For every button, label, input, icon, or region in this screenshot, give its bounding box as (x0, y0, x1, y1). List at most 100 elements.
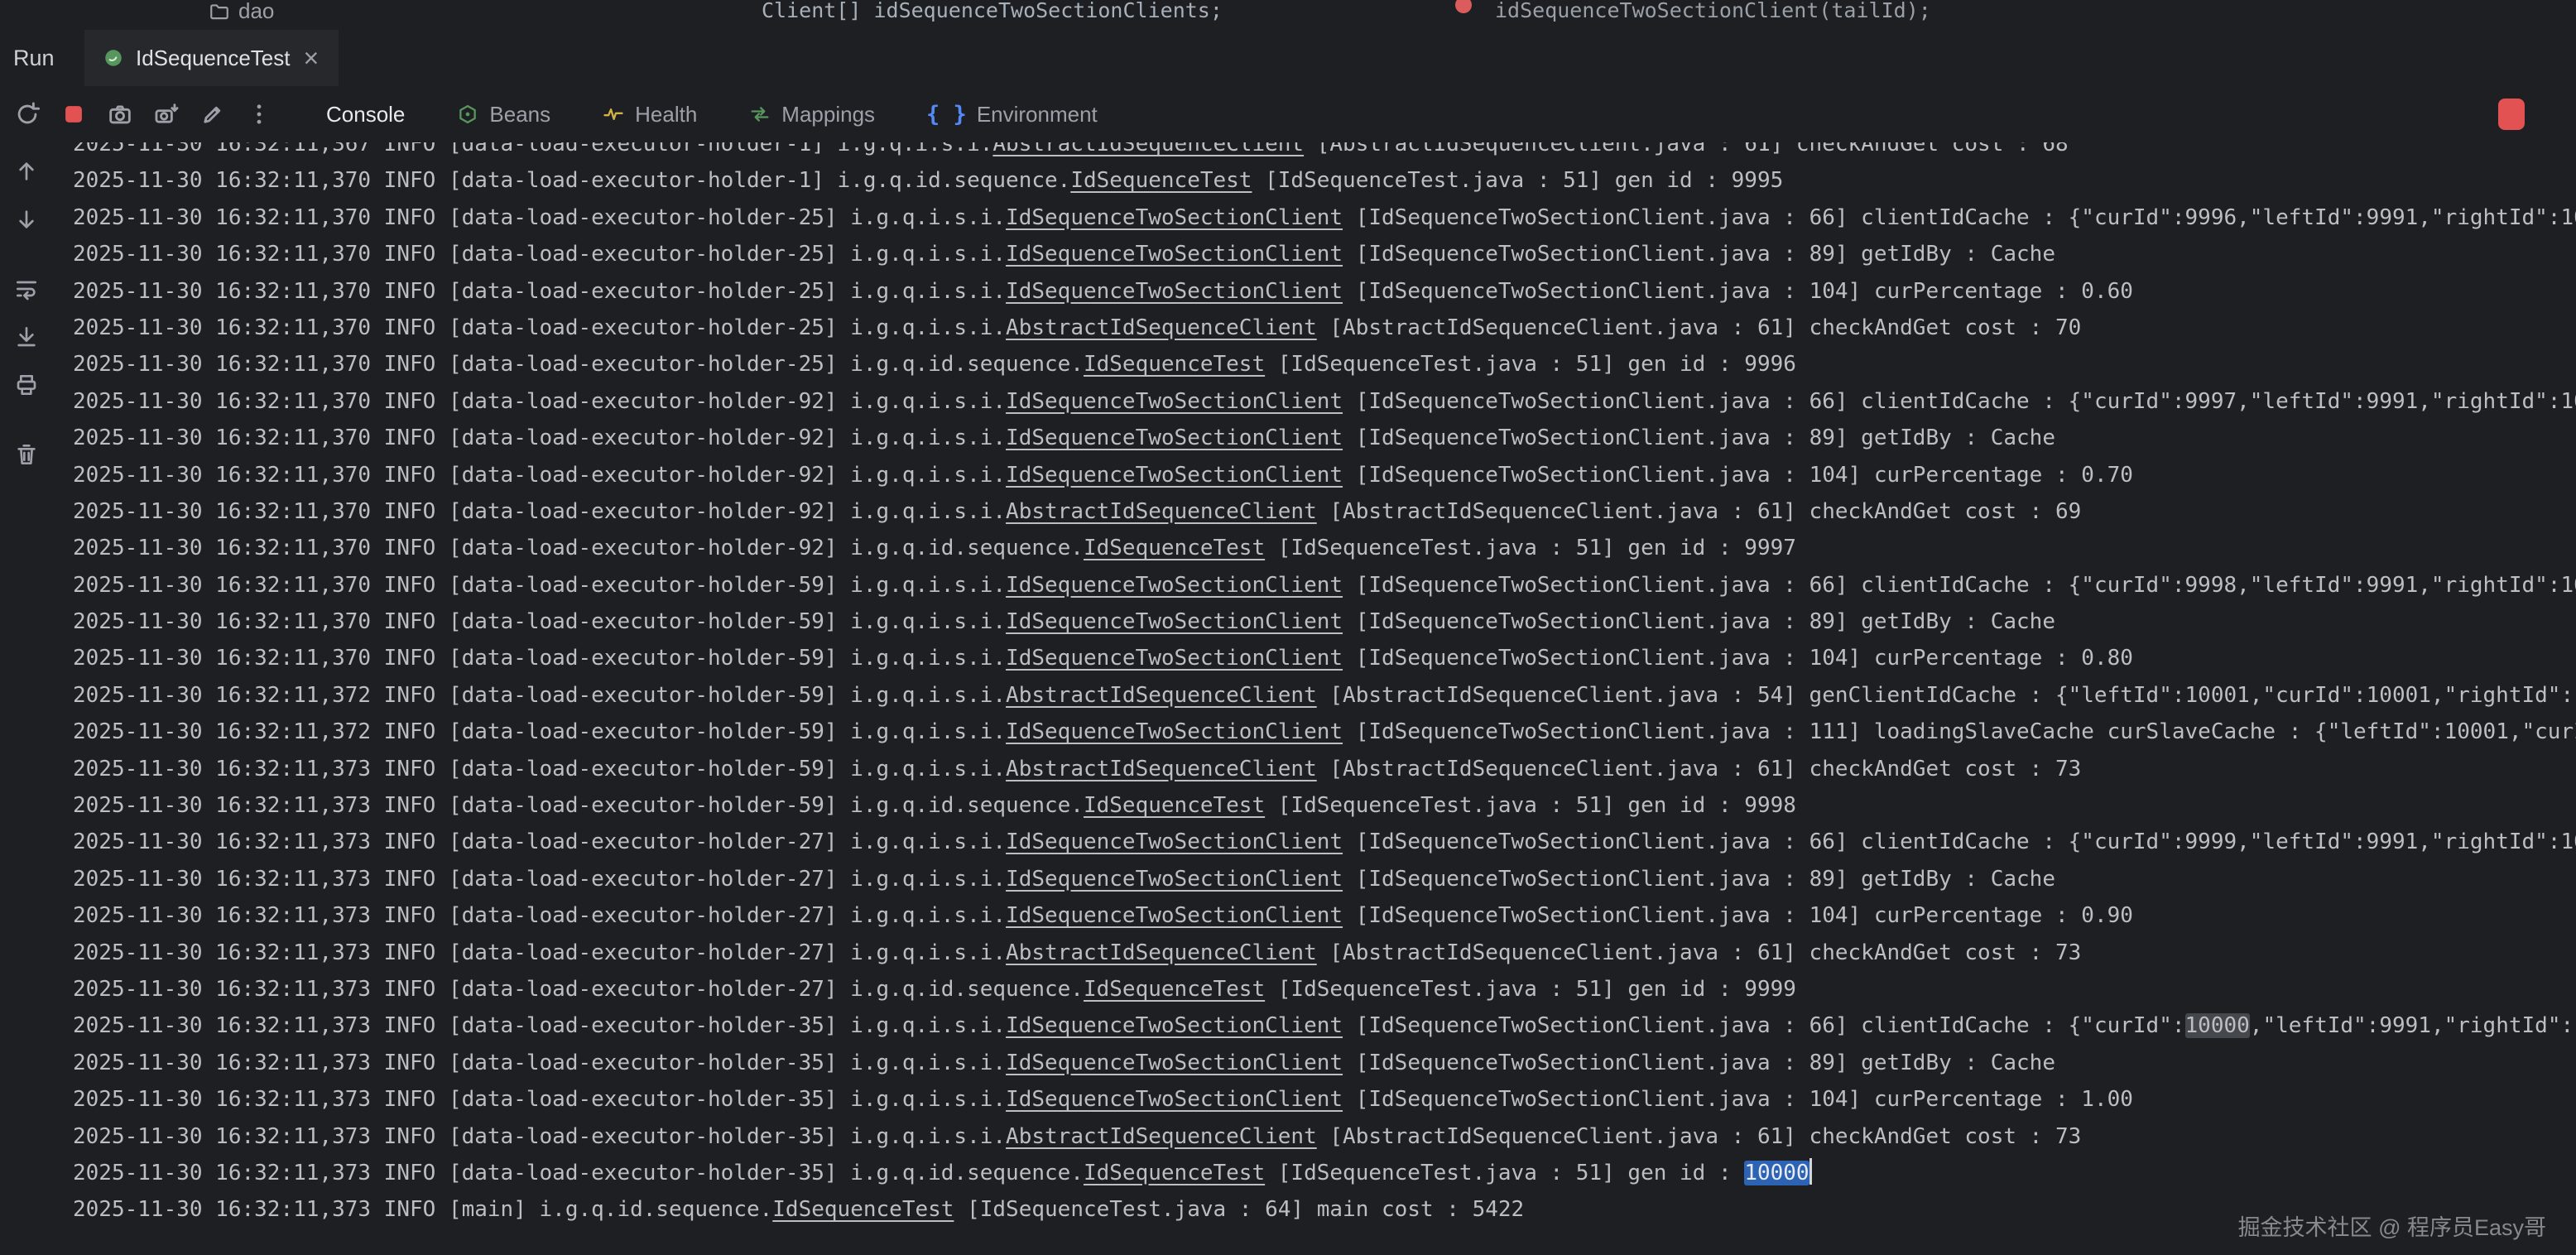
log-line: 2025-11-30 16:32:11,373 INFO [data-load-… (73, 824, 2576, 860)
log-text: [IdSequenceTest.java : 64] main cost : 5… (954, 1197, 1524, 1222)
log-text: [IdSequenceTest.java : 51] gen id : 9997 (1265, 536, 1796, 560)
log-line: 2025-11-30 16:32:11,370 INFO [data-load-… (73, 603, 2576, 640)
class-link[interactable]: AbstractIdSequenceClient (1006, 683, 1317, 708)
class-link[interactable]: IdSequenceTwoSectionClient (1006, 719, 1343, 744)
stop-button[interactable] (55, 95, 93, 133)
more-options-button[interactable] (240, 95, 278, 133)
class-link[interactable]: IdSequenceTwoSectionClient (1006, 279, 1343, 304)
log-text: 2025-11-30 16:32:11,373 INFO [data-load-… (73, 867, 1006, 892)
down-stack-trace-button[interactable] (7, 200, 46, 238)
log-line: 2025-11-30 16:32:11,373 INFO [data-load-… (73, 1155, 2576, 1191)
tab-mappings[interactable]: Mappings (748, 102, 875, 127)
log-text: ,"leftId":9991,"rightId":10001} (2250, 1013, 2576, 1038)
close-icon[interactable]: × (301, 45, 320, 71)
log-text: [IdSequenceTwoSectionClient.java : 89] g… (1343, 426, 2055, 450)
class-link[interactable]: AbstractIdSequenceClient (1006, 757, 1317, 781)
pen-icon (199, 100, 227, 128)
tab-beans[interactable]: Beans (456, 102, 550, 127)
snapshot-button[interactable] (101, 95, 139, 133)
run-tab-label: IdSequenceTest (136, 46, 290, 71)
tab-health[interactable]: Health (602, 102, 697, 127)
up-stack-trace-button[interactable] (7, 152, 46, 190)
log-text: [IdSequenceTwoSectionClient.java : 104] … (1343, 646, 2133, 671)
class-link[interactable]: AbstractIdSequenceClient (1006, 315, 1317, 340)
snapshot-export-button[interactable] (147, 95, 185, 133)
log-text: 2025-11-30 16:32:11,373 INFO [data-load-… (73, 829, 1006, 854)
tab-environment-label: Environment (977, 102, 1098, 127)
arrow-down-icon (13, 206, 40, 233)
log-text: 2025-11-30 16:32:11,370 INFO [data-load-… (73, 499, 1006, 524)
class-link[interactable]: IdSequenceTwoSectionClient (1006, 829, 1343, 854)
class-link[interactable]: IdSequenceTest (1084, 352, 1265, 377)
class-link[interactable]: AbstractIdSequenceClient (992, 142, 1304, 156)
log-text: [IdSequenceTwoSectionClient.java : 104] … (1343, 1087, 2133, 1112)
class-link[interactable]: IdSequenceTest (1070, 168, 1252, 193)
tab-console[interactable]: Console (326, 102, 405, 127)
log-text: 2025-11-30 16:32:11,373 INFO [data-load-… (73, 903, 1006, 928)
stop-process-marker[interactable] (2498, 99, 2525, 130)
class-link[interactable]: IdSequenceTwoSectionClient (1006, 1087, 1343, 1112)
class-link[interactable]: IdSequenceTwoSectionClient (1006, 867, 1343, 892)
class-link[interactable]: IdSequenceTest (772, 1197, 954, 1222)
log-text: [AbstractIdSequenceClient.java : 61] che… (1317, 1124, 2082, 1149)
class-link[interactable]: AbstractIdSequenceClient (1006, 940, 1317, 965)
code-fragment: Client[] idSequenceTwoSectionClients; (762, 0, 1223, 22)
print-button[interactable] (7, 366, 46, 404)
class-link[interactable]: IdSequenceTest (1084, 977, 1265, 1002)
log-text: 2025-11-30 16:32:11,373 INFO [data-load-… (73, 793, 1084, 818)
run-tab-idsequencetest[interactable]: IdSequenceTest × (84, 30, 339, 86)
class-link[interactable]: IdSequenceTest (1084, 1161, 1265, 1185)
log-text: [AbstractIdSequenceClient.java : 61] che… (1317, 940, 2082, 965)
class-link[interactable]: IdSequenceTwoSectionClient (1006, 426, 1343, 450)
class-link[interactable]: IdSequenceTwoSectionClient (1006, 463, 1343, 488)
log-text: 2025-11-30 16:32:11,370 INFO [data-load-… (73, 315, 1006, 340)
code-fragment: idSequenceTwoSectionClient(tailId); (1495, 0, 1931, 22)
log-text: 2025-11-30 16:32:11,372 INFO [data-load-… (73, 719, 1006, 744)
class-link[interactable]: IdSequenceTwoSectionClient (1006, 1013, 1343, 1038)
log-line: 2025-11-30 16:32:11,370 INFO [data-load-… (73, 346, 2576, 382)
log-text: 2025-11-30 16:32:11,370 INFO [data-load-… (73, 426, 1006, 450)
class-link[interactable]: IdSequenceTest (1084, 536, 1265, 560)
trash-icon (13, 441, 40, 468)
log-line: 2025-11-30 16:32:11,370 INFO [data-load-… (73, 493, 2576, 530)
log-text: [IdSequenceTwoSectionClient.java : 66] c… (1343, 573, 2576, 598)
log-text: [IdSequenceTwoSectionClient.java : 104] … (1343, 463, 2133, 488)
log-text: 2025-11-30 16:32:11,370 INFO [data-load-… (73, 168, 1070, 193)
class-link[interactable]: IdSequenceTwoSectionClient (1006, 903, 1343, 928)
watermark-text: 掘金技术社区 @ 程序员Easy哥 (2238, 1209, 2546, 1242)
environment-braces-icon: { } (926, 102, 967, 127)
class-link[interactable]: IdSequenceTwoSectionClient (1006, 205, 1343, 230)
log-line: 2025-11-30 16:32:11,372 INFO [data-load-… (73, 677, 2576, 714)
class-link[interactable]: AbstractIdSequenceClient (1006, 499, 1317, 524)
log-text: 2025-11-30 16:32:11,370 INFO [data-load-… (73, 352, 1084, 377)
log-text: [IdSequenceTwoSectionClient.java : 89] g… (1343, 867, 2055, 892)
class-link[interactable]: IdSequenceTwoSectionClient (1006, 242, 1343, 267)
class-link[interactable]: IdSequenceTwoSectionClient (1006, 1051, 1343, 1075)
soft-wrap-button[interactable] (7, 270, 46, 308)
tree-item-dao[interactable]: dao (209, 0, 274, 24)
rerun-icon (13, 100, 41, 128)
class-link[interactable]: IdSequenceTwoSectionClient (1006, 609, 1343, 634)
scroll-to-end-button[interactable] (7, 318, 46, 356)
log-text: [IdSequenceTest.java : 51] gen id : 9999 (1265, 977, 1796, 1002)
soft-wrap-icon (13, 276, 40, 302)
log-text: [AbstractIdSequenceClient.java : 54] gen… (1317, 683, 2576, 708)
search-match-current: 10000 (1744, 1161, 1809, 1185)
class-link[interactable]: IdSequenceTwoSectionClient (1006, 389, 1343, 414)
log-line: 2025-11-30 16:32:11,373 INFO [data-load-… (73, 1081, 2576, 1118)
scroll-to-end-icon (13, 324, 40, 350)
rerun-button[interactable] (8, 95, 46, 133)
class-link[interactable]: IdSequenceTwoSectionClient (1006, 646, 1343, 671)
class-link[interactable]: IdSequenceTwoSectionClient (1006, 573, 1343, 598)
console-log[interactable]: 2025-11-30 16:32:11,367 INFO [data-load-… (73, 142, 2576, 1229)
log-line: 2025-11-30 16:32:11,370 INFO [data-load-… (73, 420, 2576, 456)
clear-all-button[interactable] (7, 435, 46, 474)
edit-configuration-button[interactable] (194, 95, 232, 133)
folder-icon (209, 1, 230, 22)
log-line: 2025-11-30 16:32:11,373 INFO [data-load-… (73, 1118, 2576, 1155)
tab-environment[interactable]: { } Environment (926, 102, 1098, 127)
spring-boot-run-icon (103, 47, 124, 69)
log-line: 2025-11-30 16:32:11,370 INFO [data-load-… (73, 236, 2576, 272)
class-link[interactable]: AbstractIdSequenceClient (1006, 1124, 1317, 1149)
class-link[interactable]: IdSequenceTest (1084, 793, 1265, 818)
